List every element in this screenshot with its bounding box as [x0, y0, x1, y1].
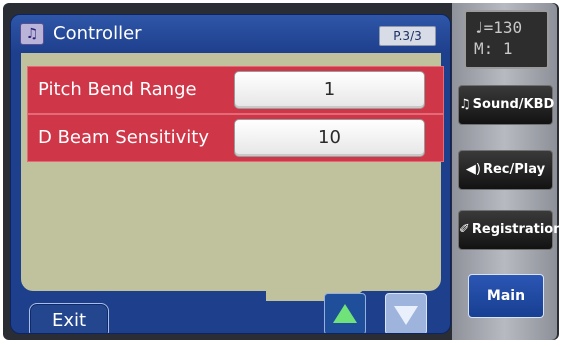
registration-book-icon: ✐ [459, 222, 470, 237]
tempo-measure-display: ♩=130 M: 1 [464, 10, 549, 69]
music-note-icon: ♫ [20, 23, 44, 45]
exit-button[interactable]: Exit [29, 303, 109, 333]
d-beam-sensitivity-row: D Beam Sensitivity 10 [27, 114, 444, 162]
rec-play-button[interactable]: ◀) Rec/Play [458, 150, 553, 190]
pitch-bend-range-value-button[interactable]: 1 [234, 71, 425, 109]
sound-kbd-label: Sound/KBD [472, 97, 555, 112]
rec-play-label: Rec/Play [482, 162, 546, 177]
d-beam-sensitivity-label: D Beam Sensitivity [38, 127, 209, 148]
registration-button[interactable]: ✐ Registration [458, 210, 562, 250]
scroll-up-button[interactable] [324, 293, 366, 333]
music-note-icon: ♫ [459, 97, 471, 112]
registration-label: Registration [471, 222, 562, 237]
side-menu: ♩=130 M: 1 ♫ Sound/KBD ◀) Rec/Play ✐ Regist… [452, 3, 562, 340]
sound-kbd-button[interactable]: ♫ Sound/KBD [458, 85, 555, 125]
title-bar: ♫ Controller P.3/3 [11, 15, 450, 53]
arrow-up-icon [333, 304, 357, 323]
controller-panel: ♫ Controller P.3/3 Pitch Bend Range 1 D … [10, 14, 451, 334]
tempo-readout: ♩=130 [474, 18, 523, 37]
speaker-icon: ◀) [465, 162, 481, 177]
measure-readout: M: 1 [474, 39, 513, 58]
pitch-bend-range-row: Pitch Bend Range 1 [27, 66, 444, 114]
d-beam-sensitivity-value-button[interactable]: 10 [234, 119, 425, 157]
page-title: Controller [53, 23, 142, 44]
pitch-bend-range-label: Pitch Bend Range [38, 79, 197, 100]
scroll-down-button[interactable] [385, 293, 427, 333]
main-button[interactable]: Main [468, 274, 544, 318]
page-indicator: P.3/3 [379, 26, 436, 46]
arrow-down-icon [394, 306, 418, 325]
